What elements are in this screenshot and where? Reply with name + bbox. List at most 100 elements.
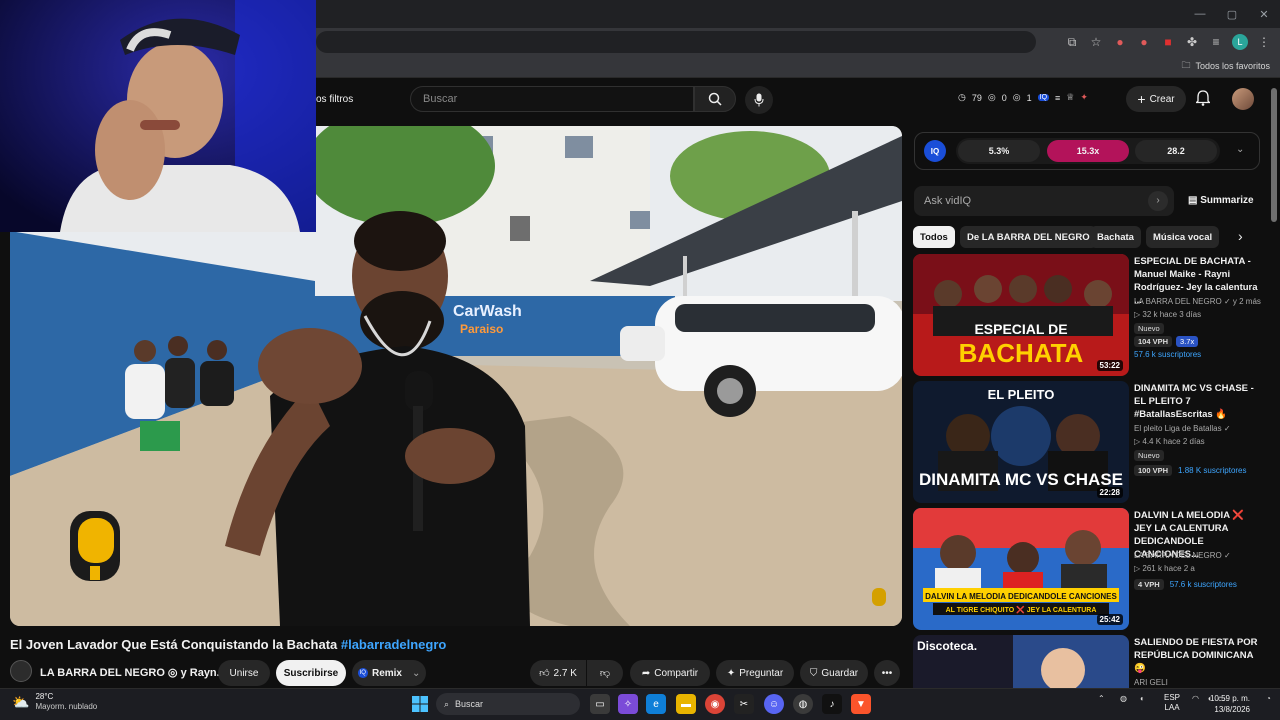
sparkle-icon: ✦ xyxy=(726,667,736,679)
send-arrow-icon[interactable]: › xyxy=(1148,191,1168,211)
ask-button[interactable]: ✦ Preguntar xyxy=(716,660,794,686)
recommendation-thumbnail[interactable]: DALVIN LA MELODIA DEDICANDOLE CANCIONES … xyxy=(913,508,1129,630)
remix-label: Remix xyxy=(371,667,402,679)
system-clock[interactable]: 10:59 p. m. 13/8/2026 xyxy=(1210,693,1250,715)
tray-chevron-icon[interactable]: ⌃ xyxy=(1098,694,1105,703)
cast-icon[interactable]: ⧉ xyxy=(1064,35,1080,50)
extension-icon[interactable]: ● xyxy=(1136,35,1152,49)
stat-watch: 79 xyxy=(971,92,982,103)
page-scrollbar[interactable] xyxy=(1271,88,1277,222)
wifi-icon[interactable]: ◠ xyxy=(1192,694,1199,703)
maximize-icon[interactable]: ▢ xyxy=(1216,8,1248,21)
chrome-icon[interactable]: ◉ xyxy=(705,694,725,714)
recommendation-title[interactable]: DINAMITA MC VS CHASE - EL PLEITO 7 #Bata… xyxy=(1134,382,1264,421)
like-button[interactable]: 👍︎ 2.7 K xyxy=(530,660,586,686)
close-icon[interactable]: ✕ xyxy=(1248,8,1280,21)
share-button[interactable]: ➦ Compartir xyxy=(630,660,710,686)
subscribe-button[interactable]: Suscribirse xyxy=(276,660,346,686)
edge-icon[interactable]: e xyxy=(646,694,666,714)
recommendation-thumbnail[interactable]: ESPECIAL DE BACHATA 53:22 xyxy=(913,254,1129,376)
hashtag-link[interactable]: #labarradelnegro xyxy=(341,637,447,652)
chip-bachata[interactable]: Bachata xyxy=(1090,226,1141,248)
dislike-button[interactable]: 👎︎ xyxy=(587,660,623,686)
weather-widget[interactable]: ⛅ 28°C Mayorm. nublado xyxy=(12,692,97,712)
bookmark-star-icon[interactable]: ☆ xyxy=(1088,35,1104,49)
taskbar-search-label: Buscar xyxy=(455,699,484,709)
video-duration: 22:28 xyxy=(1096,487,1123,498)
multiplier-badge: 3.7x xyxy=(1176,336,1199,347)
chip-all[interactable]: Todos xyxy=(913,226,955,248)
brave-icon[interactable]: ▼ xyxy=(851,694,871,714)
copilot-icon[interactable]: ✧ xyxy=(618,694,638,714)
minimize-icon[interactable]: — xyxy=(1184,8,1216,20)
thumb-text: DALVIN LA MELODIA DEDICANDOLE CANCIONES xyxy=(925,592,1117,601)
os-taskbar xyxy=(0,688,1280,720)
notification-center-icon[interactable]: ◔ xyxy=(1266,694,1271,703)
recommendation-channel[interactable]: ARI GELI xyxy=(1134,678,1168,687)
ask-vidiq-input[interactable]: Ask vidIQ xyxy=(914,186,1174,216)
discord-icon[interactable]: ☺ xyxy=(764,694,784,714)
recommendation-channel[interactable]: LA BARRA DEL NEGRO ✓ y 2 más xyxy=(1134,297,1261,306)
capcut-icon[interactable]: ✂ xyxy=(734,694,754,714)
vph-badge: 104 VPH xyxy=(1134,336,1173,347)
create-button[interactable]: + Crear xyxy=(1126,86,1186,112)
list-icon[interactable]: ≡ xyxy=(1055,93,1060,103)
reading-list-icon[interactable]: ≡ xyxy=(1208,35,1224,49)
recommendation-thumbnail[interactable]: EL PLEITO DINAMITA MC VS CHASE 22:28 xyxy=(913,381,1129,503)
eye-icon: ◎ xyxy=(1012,92,1021,102)
task-view-icon[interactable]: ▭ xyxy=(590,694,610,714)
windows-start-icon[interactable] xyxy=(410,694,430,714)
taskbar-search[interactable]: ⌕ Buscar xyxy=(436,693,580,715)
vidiq-icon[interactable]: IQ xyxy=(1037,94,1050,101)
chevron-right-icon[interactable]: › xyxy=(1238,228,1243,244)
filters-button[interactable]: os filtros xyxy=(316,94,353,105)
more-actions-button[interactable]: ••• xyxy=(874,660,900,686)
extension-icon[interactable]: ● xyxy=(1112,35,1128,49)
like-count: 2.7 K xyxy=(553,667,577,679)
puzzle-icon[interactable]: ✤ xyxy=(1184,35,1200,49)
file-explorer-icon[interactable]: ▬ xyxy=(676,694,696,714)
profile-icon[interactable]: L xyxy=(1232,34,1248,50)
new-badge: Nuevo xyxy=(1134,323,1164,334)
subscriber-count: 57.6 k suscriptores xyxy=(1134,350,1202,359)
save-label: Guardar xyxy=(821,667,859,679)
recommendation-thumbnail[interactable]: Discoteca. xyxy=(913,635,1129,688)
summarize-button[interactable]: ▤ Summarize xyxy=(1188,195,1254,206)
alert-icon[interactable]: ✦ xyxy=(1080,92,1088,103)
notifications-bell-icon[interactable] xyxy=(1194,90,1212,109)
sign-paraiso: Paraiso xyxy=(460,322,503,336)
tiktok-icon[interactable]: ♪ xyxy=(822,694,842,714)
vidiq-icon: IQ xyxy=(357,668,368,678)
thumbs-down-icon: 👎︎ xyxy=(599,668,611,679)
vidiq-metric-3: 28.2 xyxy=(1135,140,1217,162)
user-avatar[interactable] xyxy=(1232,88,1254,110)
recommendation-title[interactable]: SALIENDO DE FIESTA POR REPÚBLICA DOMINIC… xyxy=(1134,636,1264,675)
channel-name[interactable]: LA BARRA DEL NEGRO ◎ y Rayn... xyxy=(40,666,226,679)
extension-icon[interactable]: ■ xyxy=(1160,35,1176,49)
remix-button[interactable]: IQ Remix ⌄ xyxy=(352,660,426,686)
recommendation-channel[interactable]: El pleito Liga de Batallas ✓ xyxy=(1134,424,1231,433)
chevron-down-icon[interactable]: ⌄ xyxy=(1236,144,1244,155)
search-button[interactable] xyxy=(694,86,736,112)
recommendation-channel[interactable]: LA BARRA DEL NEGRO ✓ xyxy=(1134,551,1231,560)
chip-vocal-music[interactable]: Música vocal xyxy=(1146,226,1220,248)
save-button[interactable]: ⛉ Guardar xyxy=(800,660,868,686)
language-indicator[interactable]: ESP LAA xyxy=(1164,693,1180,713)
tray-app-icon[interactable]: ◍ xyxy=(1120,694,1127,703)
trophy-icon[interactable]: ♕ xyxy=(1066,92,1074,103)
search-input[interactable]: Buscar xyxy=(410,86,694,112)
chip-channel[interactable]: De LA BARRA DEL NEGRO xyxy=(960,226,1097,248)
channel-avatar[interactable] xyxy=(10,660,32,682)
obs-icon[interactable]: ◍ xyxy=(793,694,813,714)
voice-search-button[interactable] xyxy=(745,86,773,114)
vph-badge: 100 VPH xyxy=(1134,465,1173,476)
temperature: 28°C xyxy=(35,692,54,701)
stat-views: 0 xyxy=(1001,92,1007,103)
join-button[interactable]: Unirse xyxy=(218,660,270,686)
address-bar[interactable] xyxy=(316,31,1036,53)
menu-icon[interactable]: ⋮ xyxy=(1256,35,1272,49)
thumbnail-image: EL PLEITO DINAMITA MC VS CHASE xyxy=(913,381,1129,503)
video-title: El Joven Lavador Que Está Conquistando l… xyxy=(10,637,446,652)
all-favorites[interactable]: 🗀 Todos los favoritos xyxy=(1181,58,1270,74)
tray-app-icon[interactable]: ◐ xyxy=(1140,694,1145,703)
